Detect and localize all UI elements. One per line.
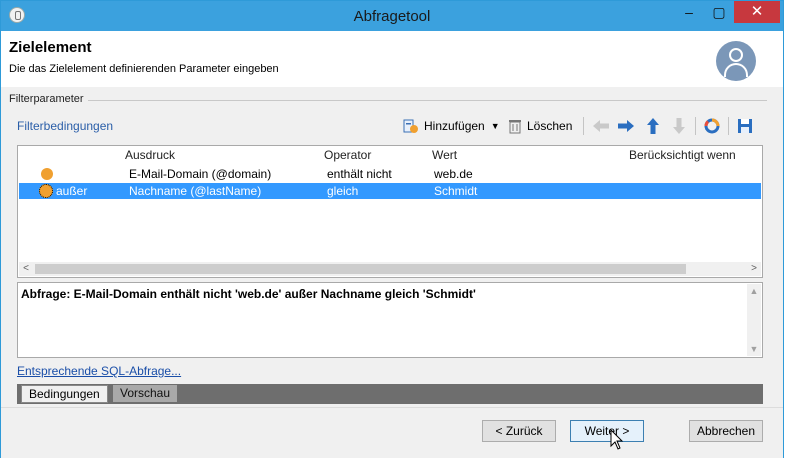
save-button[interactable]: [737, 115, 753, 137]
conditions-table[interactable]: Ausdruck Operator Wert Berücksichtigt we…: [17, 145, 763, 278]
scrollbar-thumb[interactable]: [35, 264, 686, 274]
maximize-button[interactable]: ▢: [707, 1, 731, 23]
tab-bar: Bedingungen Vorschau: [17, 384, 763, 404]
mouse-cursor-icon: [610, 429, 624, 450]
table-row[interactable]: außer Nachname (@lastName) gleich Schmid…: [19, 183, 761, 199]
vertical-scrollbar[interactable]: ▲ ▼: [747, 284, 761, 356]
exception-condition-icon: [39, 184, 53, 198]
column-header-expression[interactable]: Ausdruck: [125, 148, 175, 162]
column-header-considered-when[interactable]: Berücksichtigt wenn: [629, 148, 736, 162]
toolbar-separator: [695, 117, 696, 135]
save-icon: [738, 119, 752, 133]
section-divider: [9, 100, 767, 101]
wizard-header: Zielelement Die das Zielelement definier…: [1, 31, 783, 87]
row-value: web.de: [434, 167, 473, 181]
scroll-right-icon[interactable]: >: [747, 262, 761, 276]
sql-query-link[interactable]: Entsprechende SQL-Abfrage...: [17, 364, 181, 378]
add-button[interactable]: Hinzufügen ▼: [403, 115, 500, 137]
move-left-button[interactable]: [592, 115, 610, 137]
arrow-left-icon: [593, 120, 609, 132]
back-button[interactable]: < Zurück: [482, 420, 556, 442]
row-operator: gleich: [327, 184, 359, 198]
move-down-button[interactable]: [671, 115, 687, 137]
wizard-footer: < Zurück Weiter > Abbrechen: [1, 407, 783, 458]
table-row[interactable]: E-Mail-Domain (@domain) enthält nicht we…: [19, 166, 761, 182]
tab-preview[interactable]: Vorschau: [113, 385, 178, 402]
horizontal-scrollbar[interactable]: < >: [19, 262, 761, 276]
tab-conditions[interactable]: Bedingungen: [21, 385, 108, 403]
add-button-label: Hinzufügen: [424, 119, 485, 133]
column-header-operator[interactable]: Operator: [324, 148, 371, 162]
cancel-button[interactable]: Abbrechen: [689, 420, 763, 442]
chevron-down-icon[interactable]: ▼: [491, 121, 500, 131]
toolbar-separator: [583, 117, 584, 135]
page-subtitle: Die das Zielelement definierenden Parame…: [9, 63, 279, 75]
main-content: Filterparameter Filterbedingungen Hinzuf…: [1, 87, 783, 407]
arrow-up-icon: [647, 118, 659, 134]
row-expression: E-Mail-Domain (@domain): [129, 167, 272, 181]
window-title: Abfragetool: [353, 8, 431, 25]
next-button[interactable]: Weiter >: [570, 420, 644, 442]
add-condition-icon: [403, 119, 418, 133]
scroll-down-icon[interactable]: ▼: [747, 342, 761, 356]
arrow-right-icon: [618, 120, 634, 132]
section-label: Filterparameter: [9, 93, 88, 105]
close-button[interactable]: ✕: [734, 1, 780, 23]
toolbar-separator: [728, 117, 729, 135]
move-right-button[interactable]: [617, 115, 635, 137]
row-expression: Nachname (@lastName): [129, 184, 262, 198]
title-bar[interactable]: Abfragetool – ▢ ✕: [1, 1, 783, 31]
query-tool-window: Abfragetool – ▢ ✕ Zielelement Die das Zi…: [0, 0, 784, 458]
move-up-button[interactable]: [645, 115, 661, 137]
query-summary: Abfrage: E-Mail-Domain enthält nicht 'we…: [17, 282, 763, 358]
row-operator: enthält nicht: [327, 167, 392, 181]
trash-icon: [509, 120, 521, 134]
column-header-value[interactable]: Wert: [432, 148, 457, 162]
scroll-up-icon[interactable]: ▲: [747, 284, 761, 298]
arrow-down-icon: [673, 118, 685, 134]
query-text: Abfrage: E-Mail-Domain enthält nicht 'we…: [21, 287, 476, 301]
delete-button[interactable]: Löschen: [508, 115, 572, 137]
distribution-button[interactable]: [703, 115, 721, 137]
row-value: Schmidt: [434, 184, 478, 198]
scroll-left-icon[interactable]: <: [19, 262, 33, 276]
minimize-button[interactable]: –: [677, 1, 701, 23]
refresh-distribution-icon: [704, 118, 720, 134]
page-title: Zielelement: [9, 39, 92, 56]
condition-icon: [41, 168, 53, 180]
row-logic: außer: [56, 184, 88, 198]
delete-button-label: Löschen: [527, 119, 573, 133]
filter-conditions-link[interactable]: Filterbedingungen: [17, 119, 113, 133]
user-icon: [716, 41, 756, 81]
